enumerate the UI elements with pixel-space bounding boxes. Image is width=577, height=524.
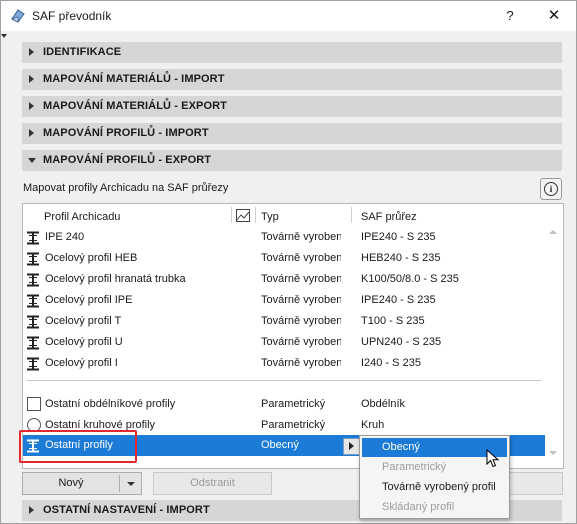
i-beam-icon [27,315,39,329]
section-material-export[interactable]: MAPOVÁNÍ MATERIÁLŮ - EXPORT [22,96,562,117]
profile-type: Továrně vyrobený [261,315,341,327]
table-row[interactable]: Ocelový profil U Továrně vyrobený UPN240… [23,332,545,353]
table-row[interactable]: Ocelový profil hranatá trubka Továrně vy… [23,269,545,290]
chevron-right-icon [29,75,34,83]
chevron-down-icon [28,158,36,163]
i-beam-icon [27,294,39,308]
section-label: OSTATNÍ NASTAVENÍ - IMPORT [43,504,210,516]
profile-type: Továrně vyrobený [261,336,341,348]
info-button[interactable]: i [540,178,562,200]
remove-button[interactable]: Odstranit [153,472,272,495]
info-icon: i [544,182,558,196]
section-label: MAPOVÁNÍ MATERIÁLŮ - EXPORT [43,100,227,112]
profile-name: Ocelový profil hranatá trubka [45,273,186,285]
profile-name: Ocelový profil I [45,357,118,369]
section-label: MAPOVÁNÍ MATERIÁLŮ - IMPORT [43,73,225,85]
collapse-indicator-icon [1,34,7,38]
table-row-other-rectangular[interactable]: Ostatní obdélníkové profily Parametrický… [23,394,545,415]
profile-type: Parametrický [261,419,326,431]
profile-type: Továrně vyrobený [261,294,341,306]
menu-item-label: Skládaný profil [382,501,455,513]
section-profile-import[interactable]: MAPOVÁNÍ PROFILŮ - IMPORT [22,123,562,144]
section-description: Mapovat profily Archicadu na SAF průřezy [23,182,229,194]
section-label: IDENTIFIKACE [43,46,122,58]
saf-section: T100 - S 235 [361,315,425,327]
profile-name: Ocelový profil T [45,315,122,327]
table-row[interactable]: IPE 240 Továrně vyrobený IPE240 - S 235 [23,227,545,248]
type-dropdown-button[interactable] [343,438,360,455]
secondary-button[interactable] [509,472,563,495]
section-label: MAPOVÁNÍ PROFILŮ - IMPORT [43,127,209,139]
menu-item-built-up: Skládaný profil [362,498,507,517]
title-bar: SAF převodník ? ✕ [1,1,576,31]
profile-name: Ocelový profil IPE [45,294,133,306]
mouse-cursor-icon [486,449,500,468]
help-button[interactable]: ? [495,1,525,31]
saf-converter-dialog: SAF převodník ? ✕ IDENTIFIKACE MAPOVÁNÍ … [0,0,577,524]
chevron-right-icon [29,129,34,137]
menu-item-manufactured[interactable]: Továrně vyrobený profil [362,478,507,497]
saf-section: IPE240 - S 235 [361,294,436,306]
saf-section: Kruh [361,419,385,431]
column-header-saf[interactable]: SAF průřez [361,211,417,223]
section-material-import[interactable]: MAPOVÁNÍ MATERIÁLŮ - IMPORT [22,69,562,90]
column-divider [231,207,232,223]
saf-section: HEB240 - S 235 [361,252,441,264]
scroll-down-arrow[interactable] [549,451,557,455]
close-button[interactable]: ✕ [537,1,571,31]
new-button-label: Nový [58,477,84,489]
chevron-right-icon [29,506,34,514]
profile-name: Ocelový profil HEB [45,252,138,264]
i-beam-icon [27,273,39,287]
section-label: MAPOVÁNÍ PROFILŮ - EXPORT [43,154,212,166]
i-beam-icon [27,336,39,350]
new-button[interactable]: Nový [22,472,142,495]
chevron-right-icon [349,442,354,450]
highlight-annotation [19,430,137,463]
profile-type: Továrně vyrobený [261,252,341,264]
saf-section: I240 - S 235 [361,357,421,369]
profile-type: Továrně vyrobený [261,231,341,243]
i-beam-icon [27,231,39,245]
saf-section: UPN240 - S 235 [361,336,442,348]
column-header-profile[interactable]: Profil Archicadu [44,211,120,223]
table-row[interactable]: Ocelový profil T Továrně vyrobený T100 -… [23,311,545,332]
i-beam-icon [27,357,39,371]
type-dropdown-menu: Obecný Parametrický Továrně vyrobený pro… [359,435,510,519]
column-header-type[interactable]: Typ [261,211,279,223]
chevron-down-icon[interactable] [127,482,135,486]
section-identification[interactable]: IDENTIFIKACE [22,42,562,63]
table-row[interactable]: Ocelový profil I Továrně vyrobený I240 -… [23,353,545,374]
profile-preview-icon [236,209,250,222]
saf-section: K100/50/8.0 - S 235 [361,273,459,285]
column-divider [351,207,352,223]
table-divider [27,380,541,381]
profile-type: Obecný [261,439,299,451]
saf-section: IPE240 - S 235 [361,231,436,243]
scroll-up-arrow[interactable] [549,230,557,234]
profile-type: Továrně vyrobený [261,357,341,369]
saf-section: Obdélník [361,398,406,410]
profile-type: Parametrický [261,398,326,410]
table-row[interactable]: Ocelový profil IPE Továrně vyrobený IPE2… [23,290,545,311]
profile-type: Továrně vyrobený [261,273,341,285]
chevron-right-icon [29,48,34,56]
menu-item-label: Továrně vyrobený profil [382,481,496,493]
split-divider [119,475,120,492]
profile-name: Ostatní obdélníkové profily [45,398,176,410]
saf-app-icon [10,9,25,23]
table-row[interactable]: Ocelový profil HEB Továrně vyrobený HEB2… [23,248,545,269]
square-icon [27,397,41,411]
chevron-right-icon [29,102,34,110]
menu-item-label: Obecný [382,441,420,453]
column-divider [255,207,256,223]
profile-name: Ocelový profil U [45,336,123,348]
profile-name: IPE 240 [45,231,85,243]
section-profile-export[interactable]: MAPOVÁNÍ PROFILŮ - EXPORT [22,150,562,171]
i-beam-icon [27,252,39,266]
window-title: SAF převodník [32,9,112,23]
menu-item-label: Parametrický [382,461,447,473]
remove-button-label: Odstranit [190,477,235,489]
